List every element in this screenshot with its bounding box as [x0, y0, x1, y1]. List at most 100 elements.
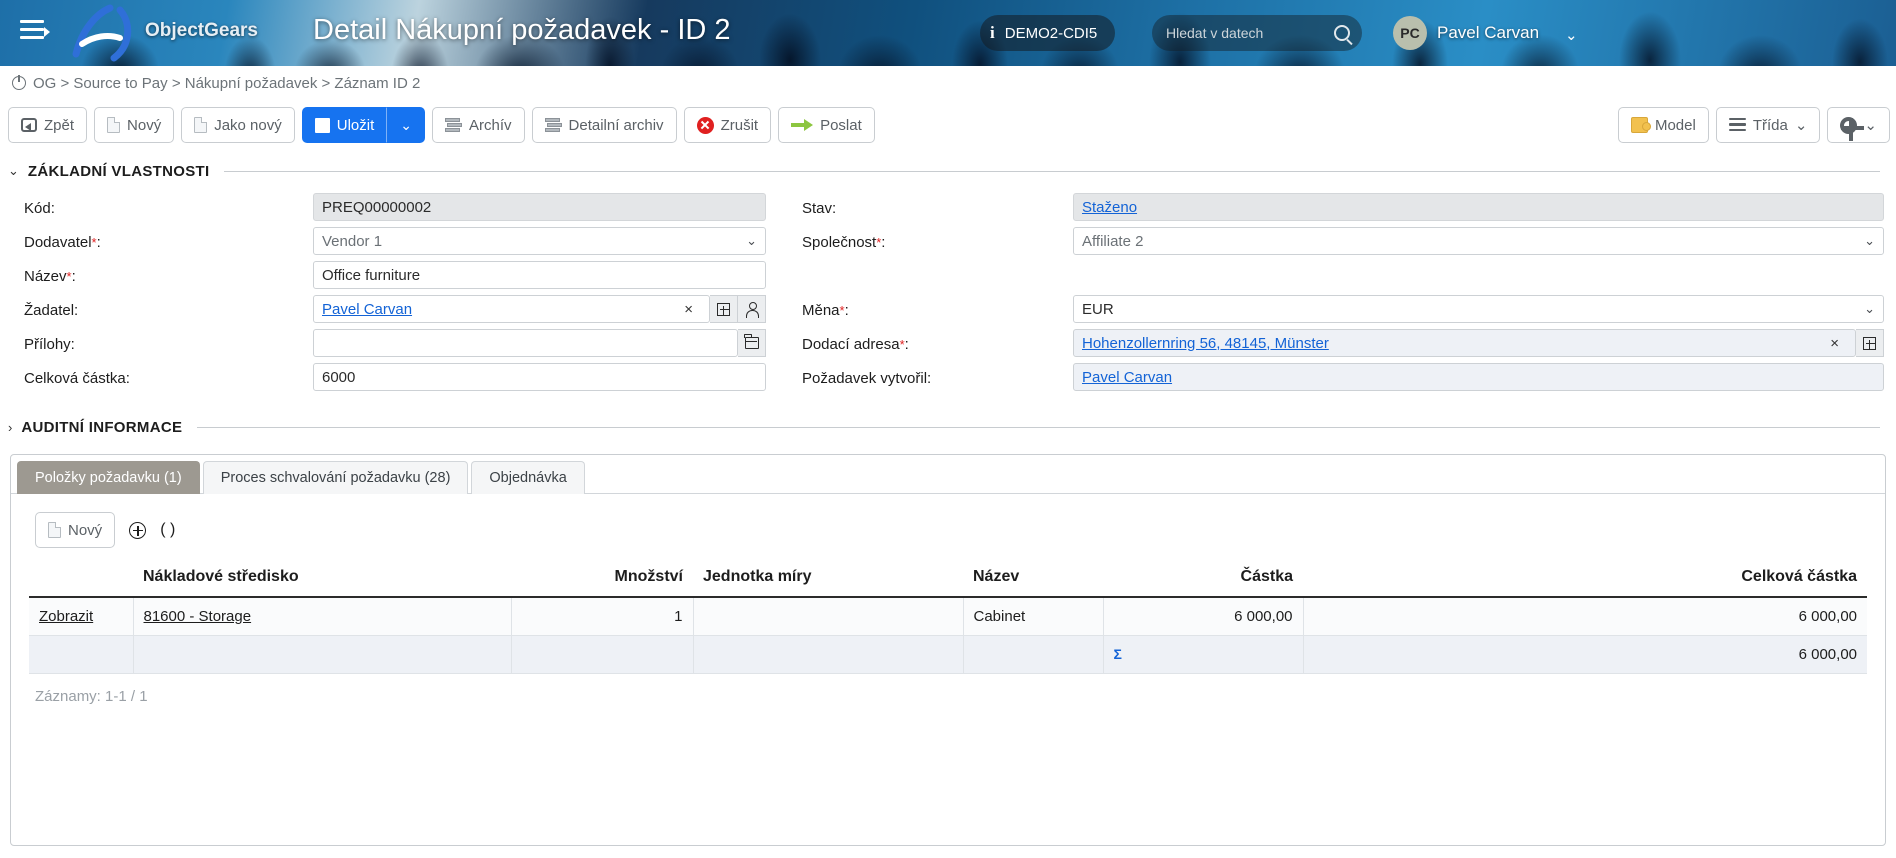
- items-table-body: Zobrazit 81600 - Storage 1 Cabinet 6 000…: [29, 597, 1867, 674]
- grid-new-button[interactable]: Nový: [35, 512, 116, 548]
- grid-new-button-label: Nový: [68, 521, 103, 539]
- folder-icon: [744, 334, 759, 349]
- zadatel-add-button[interactable]: [710, 295, 738, 323]
- dodaci-adresa-row: Hohenzollernring 56, 48145, Münster ×: [1073, 329, 1884, 357]
- cell-cost-center: 81600 - Storage: [133, 597, 512, 636]
- summary-cell-cost-center: [133, 635, 512, 674]
- field-spacer-1: [1073, 258, 1896, 292]
- dodaci-adresa-input-wrapper[interactable]: Hohenzollernring 56, 48145, Münster ×: [1073, 329, 1856, 357]
- send-button[interactable]: Poslat: [778, 107, 875, 143]
- summary-sigma-cell: Σ: [1103, 635, 1304, 674]
- cost-center-link[interactable]: 81600 - Storage: [144, 608, 252, 625]
- settings-button[interactable]: ⌄: [1827, 107, 1890, 143]
- dodaci-adresa-add-button[interactable]: [1856, 329, 1884, 357]
- avatar[interactable]: PC: [1393, 16, 1427, 50]
- summary-cell-action: [29, 635, 134, 674]
- label-mena-text: Měna: [802, 302, 840, 319]
- dodaci-adresa-link[interactable]: Hohenzollernring 56, 48145, Münster: [1082, 335, 1329, 352]
- save-button[interactable]: Uložit: [301, 107, 388, 143]
- back-button[interactable]: Zpět: [8, 107, 88, 143]
- brand-name[interactable]: ObjectGears: [145, 20, 258, 42]
- label-prilohy: Přílohy:: [24, 336, 75, 353]
- search-input[interactable]: [1164, 24, 1314, 42]
- tab-objednavka[interactable]: Objednávka: [471, 461, 585, 494]
- label-pozadavek-vytvoril: Požadavek vytvořil:: [802, 370, 932, 387]
- dodavatel-value: Vendor 1: [322, 232, 383, 250]
- new-button[interactable]: Nový: [94, 107, 175, 143]
- cell-total: 6 000,00: [1303, 597, 1867, 636]
- section-header-basic[interactable]: ⌄ ZÁKLADNÍ VLASTNOSTI: [0, 150, 1896, 184]
- clear-icon[interactable]: ×: [676, 301, 701, 318]
- section-header-audit[interactable]: › AUDITNÍ INFORMACE: [0, 406, 1896, 440]
- cell-name: Cabinet: [963, 597, 1104, 636]
- zadatel-input-wrapper[interactable]: Pavel Carvan ×: [313, 295, 710, 323]
- table-row[interactable]: Zobrazit 81600 - Storage 1 Cabinet 6 000…: [29, 597, 1867, 636]
- breadcrumb-text[interactable]: OG > Source to Pay > Nákupní požadavek >…: [33, 75, 420, 92]
- prilohy-browse-button[interactable]: [738, 329, 766, 357]
- mena-select[interactable]: EUR ⌄: [1073, 295, 1884, 323]
- cell-quantity: 1: [511, 597, 694, 636]
- pozadavek-vytvoril-link[interactable]: Pavel Carvan: [1082, 369, 1172, 386]
- chevron-down-icon[interactable]: ⌄: [1565, 26, 1578, 44]
- stav-link[interactable]: Staženo: [1082, 199, 1137, 216]
- save-dropdown-button[interactable]: ⌄: [387, 107, 425, 143]
- section-divider: [197, 426, 1880, 428]
- label-colon: :: [904, 336, 909, 353]
- dodavatel-select[interactable]: Vendor 1 ⌄: [313, 227, 766, 255]
- prilohy-input-wrapper[interactable]: [313, 329, 738, 357]
- zadatel-row: Pavel Carvan ×: [313, 295, 766, 323]
- field-stav: Staženo: [1073, 190, 1896, 224]
- user-name[interactable]: Pavel Carvan: [1437, 23, 1539, 43]
- label-colon: :: [96, 234, 101, 251]
- clear-icon[interactable]: ×: [1822, 335, 1847, 352]
- label-dodavatel-text: Dodavatel: [24, 234, 92, 251]
- model-button-label: Model: [1654, 116, 1696, 134]
- detail-archive-button-label: Detailní archiv: [568, 116, 664, 134]
- chevron-down-icon: ⌄: [8, 163, 19, 178]
- col-action: [29, 564, 133, 598]
- section-title-audit: AUDITNÍ INFORMACE: [21, 418, 183, 436]
- save-as-new-button[interactable]: Jako nový: [181, 107, 295, 143]
- field-dodaci-adresa: Hohenzollernring 56, 48145, Münster ×: [1073, 326, 1896, 360]
- send-button-label: Poslat: [820, 116, 862, 134]
- spolecnost-select[interactable]: Affiliate 2 ⌄: [1073, 227, 1884, 255]
- tab-polozky-pozadavku[interactable]: Položky požadavku (1): [17, 461, 200, 494]
- objectgears-logo-icon: [72, 4, 132, 62]
- class-button[interactable]: Třída ⌄: [1715, 107, 1821, 143]
- col-name: Název: [963, 564, 1103, 598]
- sigma-icon[interactable]: Σ: [1114, 646, 1122, 662]
- label-spacer-1: [778, 258, 1073, 292]
- grid-toolbar: Nový ( ): [11, 494, 1885, 560]
- plus-box-icon: [1863, 336, 1876, 350]
- label-dodaci-adresa: Dodací adresa*:: [778, 326, 1073, 360]
- detail-archive-button[interactable]: Detailní archiv: [531, 107, 677, 143]
- environment-badge[interactable]: i DEMO2-CDI5: [980, 15, 1116, 51]
- plus-circle-icon[interactable]: [129, 521, 147, 539]
- tab-proces-schvalovani[interactable]: Proces schvalování požadavku (28): [202, 461, 469, 494]
- zadatel-person-picker-button[interactable]: [738, 295, 766, 323]
- global-search[interactable]: [1152, 15, 1362, 51]
- zadatel-link[interactable]: Pavel Carvan: [322, 301, 412, 318]
- cell-amount: 6 000,00: [1103, 597, 1304, 636]
- class-button-label: Třída: [1752, 116, 1788, 134]
- label-dodaci-adresa-text: Dodací adresa: [802, 336, 900, 353]
- field-pozadavek-vytvoril: Pavel Carvan: [1073, 360, 1896, 394]
- field-dodavatel: Vendor 1 ⌄: [313, 224, 778, 258]
- environment-label: DEMO2-CDI5: [1004, 24, 1098, 42]
- celkova-castka-input-wrapper[interactable]: 6000: [313, 363, 766, 391]
- col-unit: Jednotka míry: [693, 564, 963, 598]
- model-button[interactable]: Model: [1617, 107, 1709, 143]
- arrow-right-icon: [791, 119, 814, 131]
- items-table: Nákladové středisko Množství Jednotka mí…: [29, 564, 1867, 674]
- row-view-link[interactable]: Zobrazit: [39, 608, 93, 625]
- nazev-input-wrapper[interactable]: Office furniture: [313, 261, 766, 289]
- items-table-head: Nákladové středisko Množství Jednotka mí…: [29, 564, 1867, 598]
- menu-toggle-button[interactable]: [20, 20, 50, 44]
- label-dodavatel: Dodavatel*:: [0, 224, 313, 258]
- search-icon[interactable]: [1334, 25, 1350, 41]
- celkova-castka-value: 6000: [322, 368, 356, 386]
- info-icon: i: [990, 23, 995, 42]
- label-spolecnost-text: Společnost: [802, 234, 877, 251]
- cancel-button[interactable]: Zrušit: [683, 107, 772, 143]
- archive-button[interactable]: Archív: [432, 107, 525, 143]
